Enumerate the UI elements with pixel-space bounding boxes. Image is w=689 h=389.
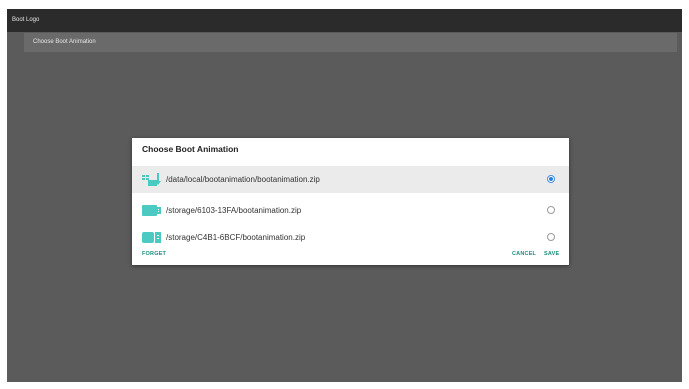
option-label: /data/local/bootanimation/bootanimation.… — [166, 175, 320, 184]
option-label: /storage/C4B1-6BCF/bootanimation.zip — [166, 233, 306, 242]
option-storage-6103-13fa[interactable]: /storage/6103-13FA/bootanimation.zip — [132, 197, 569, 224]
usb-drive-icon — [142, 205, 161, 216]
radio-selected[interactable] — [547, 175, 555, 183]
choose-boot-animation-dialog: Choose Boot Animation /data/local/bootan… — [132, 138, 569, 265]
dialog-title: Choose Boot Animation — [142, 144, 239, 154]
internal-storage-icon — [142, 173, 161, 186]
page-title: Boot Logo — [12, 17, 40, 23]
forget-button[interactable]: FORGET — [142, 251, 166, 257]
settings-item-choose-boot-animation[interactable]: Choose Boot Animation — [24, 33, 677, 52]
screen: Boot Logo Choose Boot Animation Choose B… — [7, 9, 682, 382]
usb-drive-icon — [142, 232, 161, 243]
option-label: /storage/6103-13FA/bootanimation.zip — [166, 206, 302, 215]
title-bar: Boot Logo — [7, 9, 682, 32]
radio-unselected[interactable] — [547, 206, 555, 214]
option-storage-c4b1-6bcf[interactable]: /storage/C4B1-6BCF/bootanimation.zip — [132, 224, 569, 251]
option-data-local[interactable]: /data/local/bootanimation/bootanimation.… — [132, 166, 569, 193]
settings-item-label: Choose Boot Animation — [33, 39, 96, 45]
radio-unselected[interactable] — [547, 233, 555, 241]
cancel-button[interactable]: CANCEL — [512, 251, 536, 257]
save-button[interactable]: SAVE — [544, 251, 559, 257]
